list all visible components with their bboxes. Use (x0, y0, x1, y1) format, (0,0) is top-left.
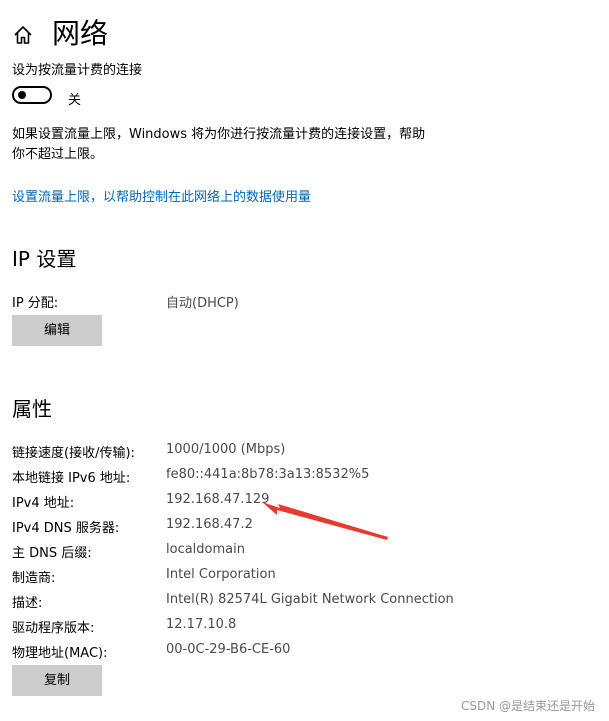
description-label: 描述: (12, 596, 43, 611)
set-data-limit-link[interactable]: 设置流量上限，以帮助控制在此网络上的数据使用量 (12, 186, 311, 205)
metered-connection-toggle[interactable] (12, 86, 52, 104)
info-line-1: 如果设置流量上限，Windows 将为你进行按流量计费的连接设置，帮助 (12, 127, 426, 142)
properties-heading: 属性 (12, 397, 52, 421)
toggle-state-text: 关 (68, 93, 82, 108)
info-line-2: 你不超过上限。 (12, 147, 104, 162)
network-settings-page: 网络 设为按流量计费的连接 关 如果设置流量上限，Windows 将为你进行按流… (0, 0, 609, 721)
description-value: Intel(R) 82574L Gigabit Network Connecti… (166, 592, 454, 607)
ip-assignment-label: IP 分配: (12, 296, 59, 311)
data-limit-info: 如果设置流量上限，Windows 将为你进行按流量计费的连接设置，帮助 你不超过… (12, 125, 482, 165)
metered-connection-label: 设为按流量计费的连接 (12, 63, 143, 78)
ipv4-address-label: IPv4 地址: (12, 496, 75, 511)
home-icon[interactable] (12, 24, 34, 46)
manufacturer-value: Intel Corporation (166, 567, 276, 582)
csdn-watermark: CSDN @是结束还是开始 (460, 699, 595, 713)
dns-suffix-value: localdomain (166, 542, 245, 557)
dns-suffix-label: 主 DNS 后缀: (12, 546, 92, 561)
ip-settings-heading: IP 设置 (12, 247, 77, 271)
ipv6-address-value: fe80::441a:8b78:3a13:8532%5 (166, 467, 370, 482)
mac-address-label: 物理地址(MAC): (12, 646, 108, 661)
link-speed-value: 1000/1000 (Mbps) (166, 442, 286, 457)
ipv4-dns-value: 192.168.47.2 (166, 517, 253, 532)
driver-version-label: 驱动程序版本: (12, 621, 95, 636)
copy-button[interactable]: 复制 (12, 665, 102, 696)
ipv4-dns-label: IPv4 DNS 服务器: (12, 521, 120, 536)
ip-assignment-value: 自动(DHCP) (166, 296, 239, 311)
red-annotation-arrow (262, 502, 388, 540)
manufacturer-label: 制造商: (12, 571, 56, 586)
toggle-knob (18, 91, 26, 99)
driver-version-value: 12.17.10.8 (166, 617, 237, 632)
mac-address-value: 00-0C-29-B6-CE-60 (166, 642, 291, 657)
link-speed-label: 链接速度(接收/传输): (12, 446, 135, 461)
page-title: 网络 (52, 17, 109, 50)
edit-button[interactable]: 编辑 (12, 315, 102, 346)
ipv6-address-label: 本地链接 IPv6 地址: (12, 471, 131, 486)
